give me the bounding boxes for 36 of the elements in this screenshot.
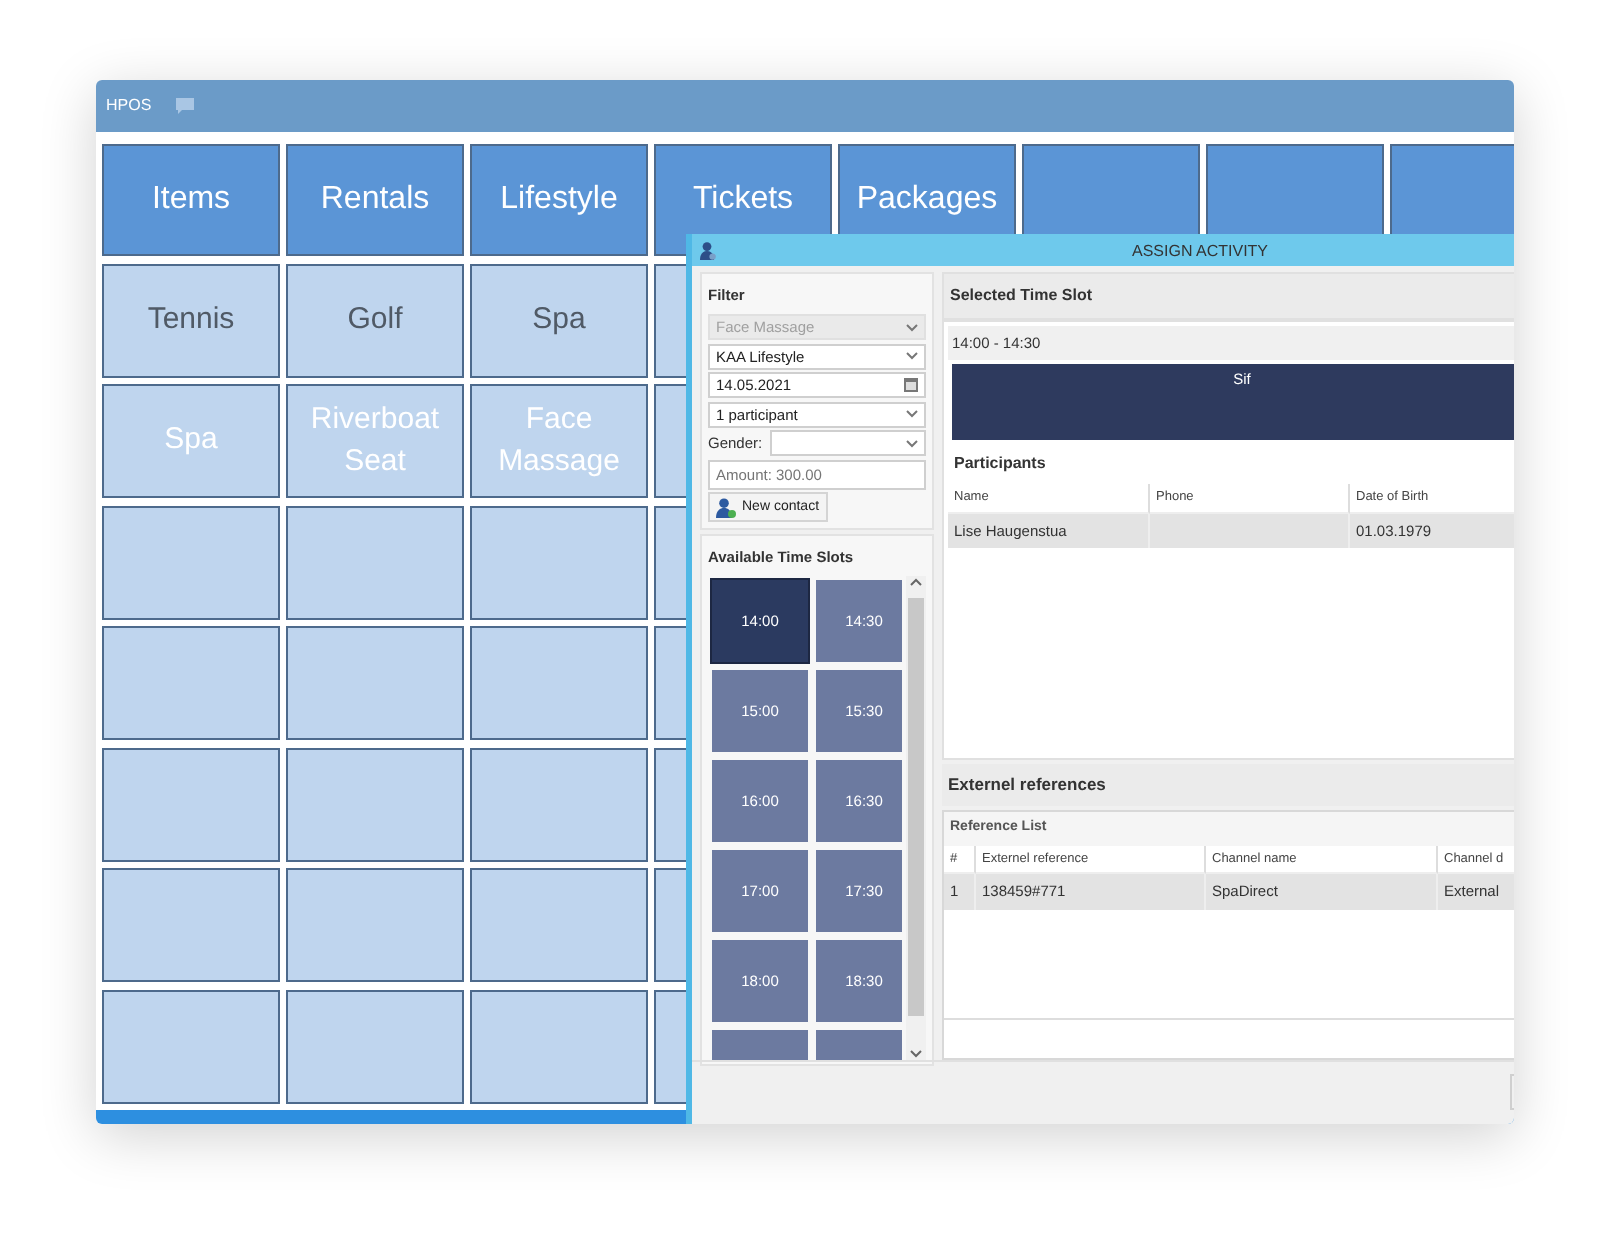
empty-tile[interactable]	[286, 505, 464, 619]
category-tile[interactable]: Lifestyle	[470, 144, 648, 256]
empty-tile[interactable]	[470, 989, 648, 1103]
empty-tile[interactable]	[286, 747, 464, 861]
group-tile[interactable]: Tennis	[102, 263, 280, 377]
empty-tile[interactable]	[470, 626, 648, 740]
chevron-down-icon	[906, 352, 918, 361]
empty-tile[interactable]	[102, 505, 280, 619]
chevron-up-icon[interactable]	[910, 578, 923, 587]
dialog-title: ASSIGN ACTIVITY	[1132, 240, 1269, 264]
app-title: HPOS	[106, 94, 152, 118]
empty-tile[interactable]	[102, 747, 280, 861]
calendar-icon[interactable]	[904, 378, 918, 393]
group-tile[interactable]: Spa	[470, 263, 648, 377]
add-person-icon	[716, 497, 736, 518]
section-heading: Participants	[952, 452, 1048, 477]
empty-tile[interactable]	[102, 868, 280, 982]
empty-tile[interactable]	[470, 868, 648, 982]
chevron-down-icon	[906, 410, 918, 419]
empty-tile[interactable]	[102, 626, 280, 740]
section-heading: Selected Time Slot	[942, 272, 1514, 320]
chevron-down-icon[interactable]	[910, 1050, 923, 1059]
empty-tile[interactable]	[470, 747, 648, 861]
empty-tile[interactable]	[286, 868, 464, 982]
empty-tile[interactable]	[102, 989, 280, 1103]
category-tile[interactable]: Rentals	[286, 144, 464, 256]
chevron-down-icon	[906, 439, 918, 448]
person-icon	[700, 241, 716, 259]
empty-tile[interactable]	[470, 505, 648, 619]
section-heading: Externel references	[942, 764, 1514, 807]
empty-tile[interactable]	[286, 626, 464, 740]
chevron-down-icon	[906, 323, 918, 332]
group-tile[interactable]: Golf	[286, 263, 464, 377]
category-tile[interactable]: Items	[102, 144, 280, 256]
empty-tile[interactable]	[286, 989, 464, 1103]
scrollbar[interactable]	[906, 576, 926, 1061]
